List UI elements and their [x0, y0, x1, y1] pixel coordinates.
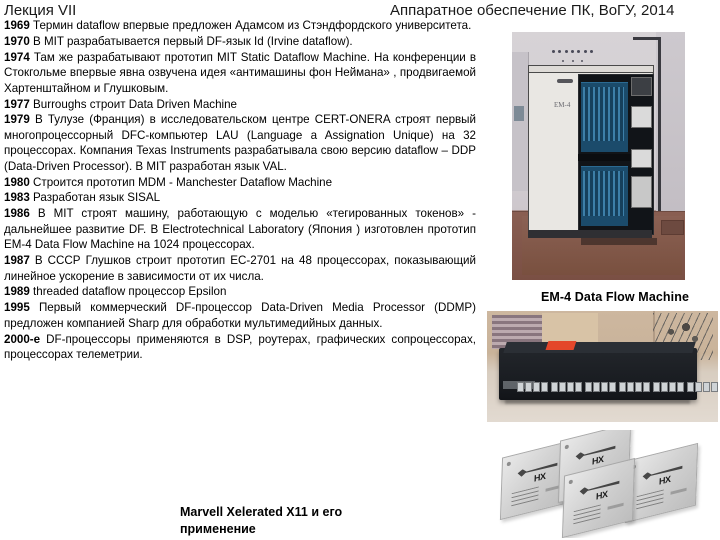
timeline-text: В СССР Глушков строит прототип ЕС-2701 н…: [4, 254, 476, 283]
bottom-caption: Marvell Xelerated X11 и его применение: [180, 505, 343, 536]
photo-port-group: [619, 382, 651, 393]
photo-port-group: [585, 382, 617, 393]
timeline-year: 1969: [4, 19, 30, 32]
timeline-entry: 1974 Там же разрабатывают прототип MIT S…: [4, 50, 476, 96]
photo-floor-vent: [660, 220, 684, 235]
photo-network-switch: [487, 311, 718, 422]
header-left-title: Лекция VII: [4, 2, 77, 19]
photo-port-group: [687, 382, 718, 393]
timeline-entry: 1995 Первый коммерческий DF-процессор Da…: [4, 300, 476, 331]
photo-door-frame: [657, 36, 661, 211]
photo-indicator-lights-row2: [559, 56, 587, 66]
timeline-entry: 2000-е DF-процессоры применяются в DSP, …: [4, 332, 476, 363]
timeline-entry: 1977 Burroughs строит Data Driven Machin…: [4, 97, 476, 112]
timeline-text: DF-процессоры применяются в DSP, роутера…: [4, 332, 476, 362]
photo-chips-lower: [582, 170, 625, 216]
timeline-year: 1979: [4, 113, 30, 127]
timeline-entry: 1986 В MIT строят машину, работающую с м…: [4, 206, 476, 252]
photo-door-frame-top: [633, 36, 661, 40]
photo-port-group: [517, 382, 549, 393]
timeline-year: 1970: [4, 34, 30, 48]
photo-power-unit-1: [631, 106, 653, 129]
photo-marvell-xelerated-chips: HX HX HX HX: [487, 430, 718, 538]
timeline-year: 1995: [4, 301, 30, 315]
photo-power-unit-3: [631, 175, 653, 208]
dataflow-history-timeline: 1969 Термин dataflow впервые предложен А…: [4, 18, 476, 363]
timeline-text: threaded dataflow процессор Epsilon: [33, 285, 227, 299]
timeline-entry: 1980 Строится прототип MDM - Manchester …: [4, 175, 476, 190]
photo-chip-markings: [510, 487, 540, 508]
photo-port-group: [551, 382, 583, 393]
timeline-text: В Тулузе (Франция) в исследовательском ц…: [4, 113, 476, 173]
photo-fan-unit: [631, 76, 653, 96]
timeline-entry: 1989 threaded dataflow процессор Epsilon: [4, 284, 476, 299]
caption-em4: EM-4 Data Flow Machine: [540, 290, 690, 304]
timeline-entry: 1969 Термин dataflow впервые предложен А…: [4, 18, 476, 33]
timeline-text: Там же разрабатывают прототип MIT Static…: [4, 50, 476, 95]
photo-cardboard-box: [542, 313, 598, 343]
photo-wall-panel: [512, 51, 529, 191]
photo-cabinet-base: [527, 230, 653, 238]
timeline-entry: 1987 В СССР Глушков строит прототип ЕС-2…: [4, 253, 476, 284]
photo-chip-notch: [569, 479, 574, 485]
photo-chip-notch: [506, 462, 511, 468]
timeline-entry: 1983 Разработан язык SISAL: [4, 190, 476, 205]
photo-ethernet-ports: [517, 380, 718, 394]
photo-cabinet-shadow: [581, 237, 658, 246]
timeline-text: Строится прототип MDM - Manchester Dataf…: [33, 175, 333, 189]
timeline-year: 1974: [4, 50, 30, 64]
timeline-text: В MIT разрабатывается первый DF-язык Id …: [33, 34, 353, 48]
timeline-entry: 1970 В MIT разрабатывается первый DF-язы…: [4, 34, 476, 49]
photo-em4-data-flow-machine: EM-4: [512, 32, 685, 280]
timeline-year: 1977: [4, 97, 30, 111]
photo-cabinet-logo: EM-4: [553, 101, 571, 110]
photo-power-unit-2: [631, 148, 653, 168]
photo-chip-code: [607, 502, 625, 510]
photo-red-sticker: [545, 340, 577, 350]
timeline-text: В MIT строят машину, работающую с модель…: [4, 207, 476, 252]
photo-chip-notch: [564, 444, 569, 451]
timeline-text: Первый коммерческий DF-процессор Data-Dr…: [4, 301, 476, 330]
timeline-year: 1989: [4, 285, 30, 299]
timeline-year: 1980: [4, 175, 30, 189]
photo-port-group: [653, 382, 685, 393]
timeline-entry: 1979 В Тулузе (Франция) в исследовательс…: [4, 112, 476, 174]
timeline-text: Термин dataflow впервые предложен Адамсо…: [33, 19, 472, 32]
timeline-year: 1983: [4, 191, 30, 205]
timeline-year: 2000-е: [4, 332, 41, 346]
photo-chips-upper: [582, 86, 625, 142]
timeline-text: Burroughs строит Data Driven Machine: [33, 97, 238, 111]
photo-chip-markings: [573, 504, 602, 525]
photo-chip-markings: [635, 489, 664, 510]
photo-chip-code: [669, 487, 687, 495]
photo-cabinet-handle: [556, 79, 573, 84]
timeline-year: 1987: [4, 254, 30, 268]
timeline-text: Разработан язык SISAL: [33, 191, 161, 205]
timeline-year: 1986: [4, 207, 30, 221]
photo-wall-switch: [513, 106, 525, 122]
photo-switch-top-panel: [503, 342, 697, 354]
